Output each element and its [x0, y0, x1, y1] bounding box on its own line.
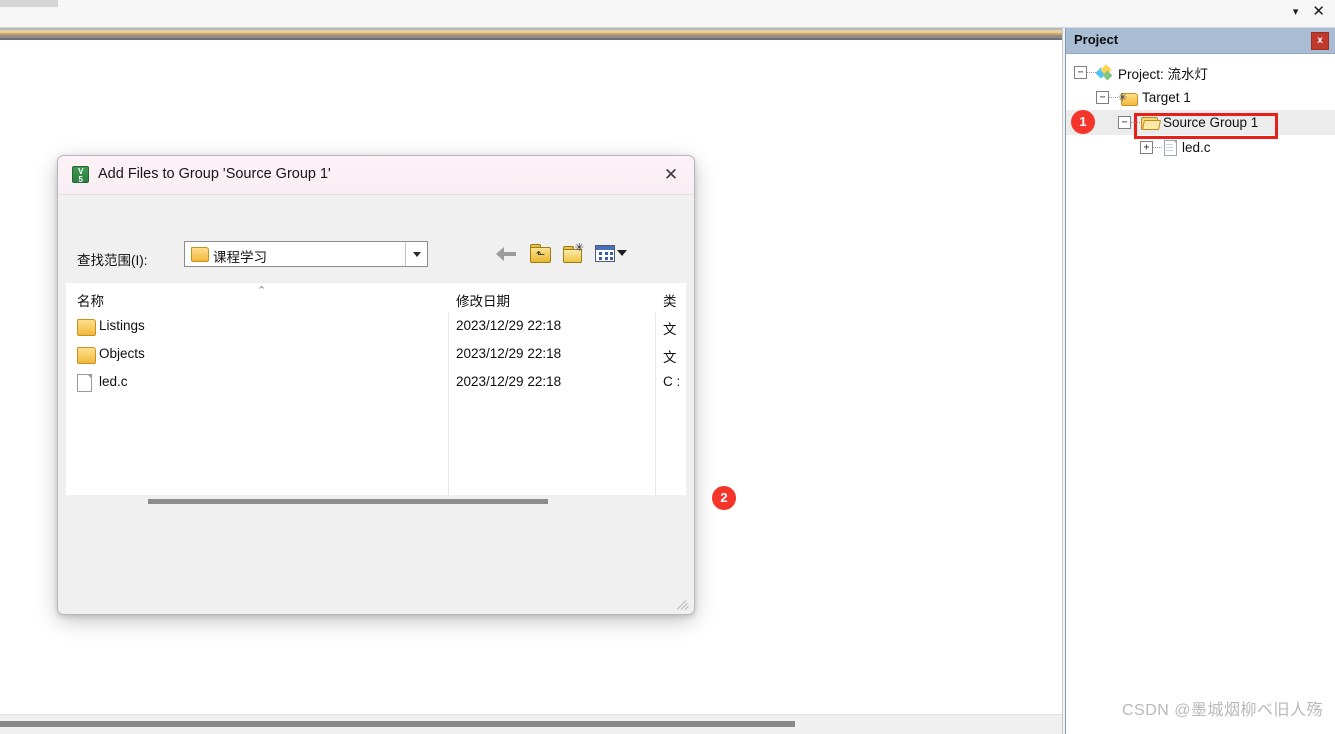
- tree-item-label: Target 1: [1142, 90, 1191, 105]
- tree-item-label: led.c: [1182, 140, 1211, 155]
- tree-connector: [1131, 121, 1140, 124]
- folder-icon: [77, 319, 96, 336]
- app-root: ▾ ✕ Project x − Project: 流水灯 − ✳ Target …: [0, 0, 1335, 734]
- folder-icon: [1140, 115, 1162, 131]
- folder-icon: [77, 347, 96, 364]
- file-type: 文: [663, 322, 677, 337]
- chevron-down-icon[interactable]: [405, 242, 427, 266]
- expander-icon[interactable]: −: [1118, 116, 1131, 129]
- file-list[interactable]: 名称 ⌃ 修改日期 类 Listings 2023/12/29 22:18 文 …: [66, 283, 686, 496]
- file-list-row[interactable]: led.c 2023/12/29 22:18 C :: [67, 369, 685, 397]
- tree-item-project[interactable]: − Project: 流水灯: [1066, 60, 1335, 85]
- window-close-button[interactable]: ✕: [1312, 4, 1325, 20]
- views-icon[interactable]: [595, 244, 627, 262]
- file-date: 2023/12/29 22:18: [456, 318, 562, 333]
- tree-item-target[interactable]: − ✳ Target 1: [1066, 85, 1335, 110]
- file-name: led.c: [99, 374, 128, 389]
- dialog-nav-toolbar: ⬑ ✳: [496, 242, 627, 263]
- project-panel: Project x − Project: 流水灯 − ✳ Target 1 − …: [1065, 28, 1335, 734]
- file-name: Listings: [99, 318, 145, 333]
- tree-connector: [1153, 146, 1162, 149]
- tree-item-source-group[interactable]: − Source Group 1: [1066, 110, 1335, 135]
- file-list-horizontal-scrollbar[interactable]: [66, 495, 686, 509]
- project-panel-header: Project x: [1066, 28, 1335, 54]
- file-type: C :: [663, 374, 681, 389]
- new-folder-icon[interactable]: ✳: [562, 242, 584, 263]
- add-files-dialog: V 5 Add Files to Group 'Source Group 1' …: [57, 155, 695, 615]
- tab-stub: [0, 0, 58, 7]
- dialog-close-icon[interactable]: ✕: [660, 164, 682, 186]
- expander-icon[interactable]: −: [1096, 91, 1109, 104]
- file-date: 2023/12/29 22:18: [456, 346, 562, 361]
- expander-icon[interactable]: −: [1074, 66, 1087, 79]
- chevron-down-icon[interactable]: [617, 250, 627, 256]
- dialog-title: Add Files to Group 'Source Group 1': [98, 166, 331, 182]
- dialog-body: 查找范围(I): 课程学习 ⬑ ✳ 名称 ⌃ 修改日期 类 Listings 2…: [58, 195, 694, 614]
- scrollbar-thumb[interactable]: [148, 499, 548, 504]
- project-panel-title: Project: [1074, 32, 1119, 47]
- file-name: Objects: [99, 346, 145, 361]
- window-minimize-button[interactable]: ▾: [1293, 4, 1299, 20]
- lookin-combobox[interactable]: 课程学习: [184, 241, 428, 267]
- tree-item-label: Source Group 1: [1163, 115, 1259, 130]
- tree-item-label: Project: 流水灯: [1118, 66, 1209, 82]
- folder-icon: [191, 247, 209, 262]
- editor-horizontal-scrollbar[interactable]: [0, 714, 1062, 734]
- file-list-row[interactable]: Listings 2023/12/29 22:18 文: [67, 313, 685, 341]
- back-arrow-icon[interactable]: [496, 243, 518, 263]
- uvision-app-icon: V 5: [72, 166, 89, 184]
- file-date: 2023/12/29 22:18: [456, 374, 562, 389]
- annotation-badge-1: 1: [1071, 110, 1095, 134]
- lookin-value: 课程学习: [213, 250, 267, 265]
- annotation-badge-2: 2: [712, 486, 736, 510]
- resize-grip[interactable]: [676, 597, 691, 611]
- project-tree: − Project: 流水灯 − ✳ Target 1 − Source Gro…: [1066, 54, 1335, 734]
- c-file-icon: [1162, 139, 1178, 156]
- ide-titlebar: ▾ ✕: [0, 0, 1335, 28]
- csdn-watermark: CSDN @墨城烟柳ベ旧人殇: [1121, 702, 1323, 719]
- window-controls: ▾ ✕: [1293, 4, 1325, 20]
- column-header-date[interactable]: 修改日期: [456, 290, 656, 310]
- file-list-row[interactable]: Objects 2023/12/29 22:18 文: [67, 341, 685, 369]
- dialog-titlebar: V 5 Add Files to Group 'Source Group 1' …: [58, 156, 694, 195]
- column-header-type[interactable]: 类: [663, 290, 693, 310]
- editor-scrollbar-thumb[interactable]: [0, 721, 795, 727]
- file-list-header: 名称 ⌃ 修改日期 类: [67, 284, 685, 313]
- project-icon: [1095, 63, 1114, 81]
- file-type: 文: [663, 350, 677, 365]
- tree-connector: [1109, 96, 1118, 99]
- expander-icon[interactable]: +: [1140, 141, 1153, 154]
- document-icon: [77, 374, 92, 392]
- project-panel-close-button[interactable]: x: [1311, 32, 1329, 50]
- target-folder-icon: ✳: [1118, 90, 1138, 106]
- app-icon-bottom: 5: [78, 175, 83, 184]
- lookin-label: 查找范围(I):: [77, 253, 148, 268]
- up-one-level-icon[interactable]: ⬑: [529, 243, 551, 263]
- sort-indicator-icon: ⌃: [257, 284, 267, 297]
- tree-item-led-c[interactable]: + led.c: [1066, 135, 1335, 160]
